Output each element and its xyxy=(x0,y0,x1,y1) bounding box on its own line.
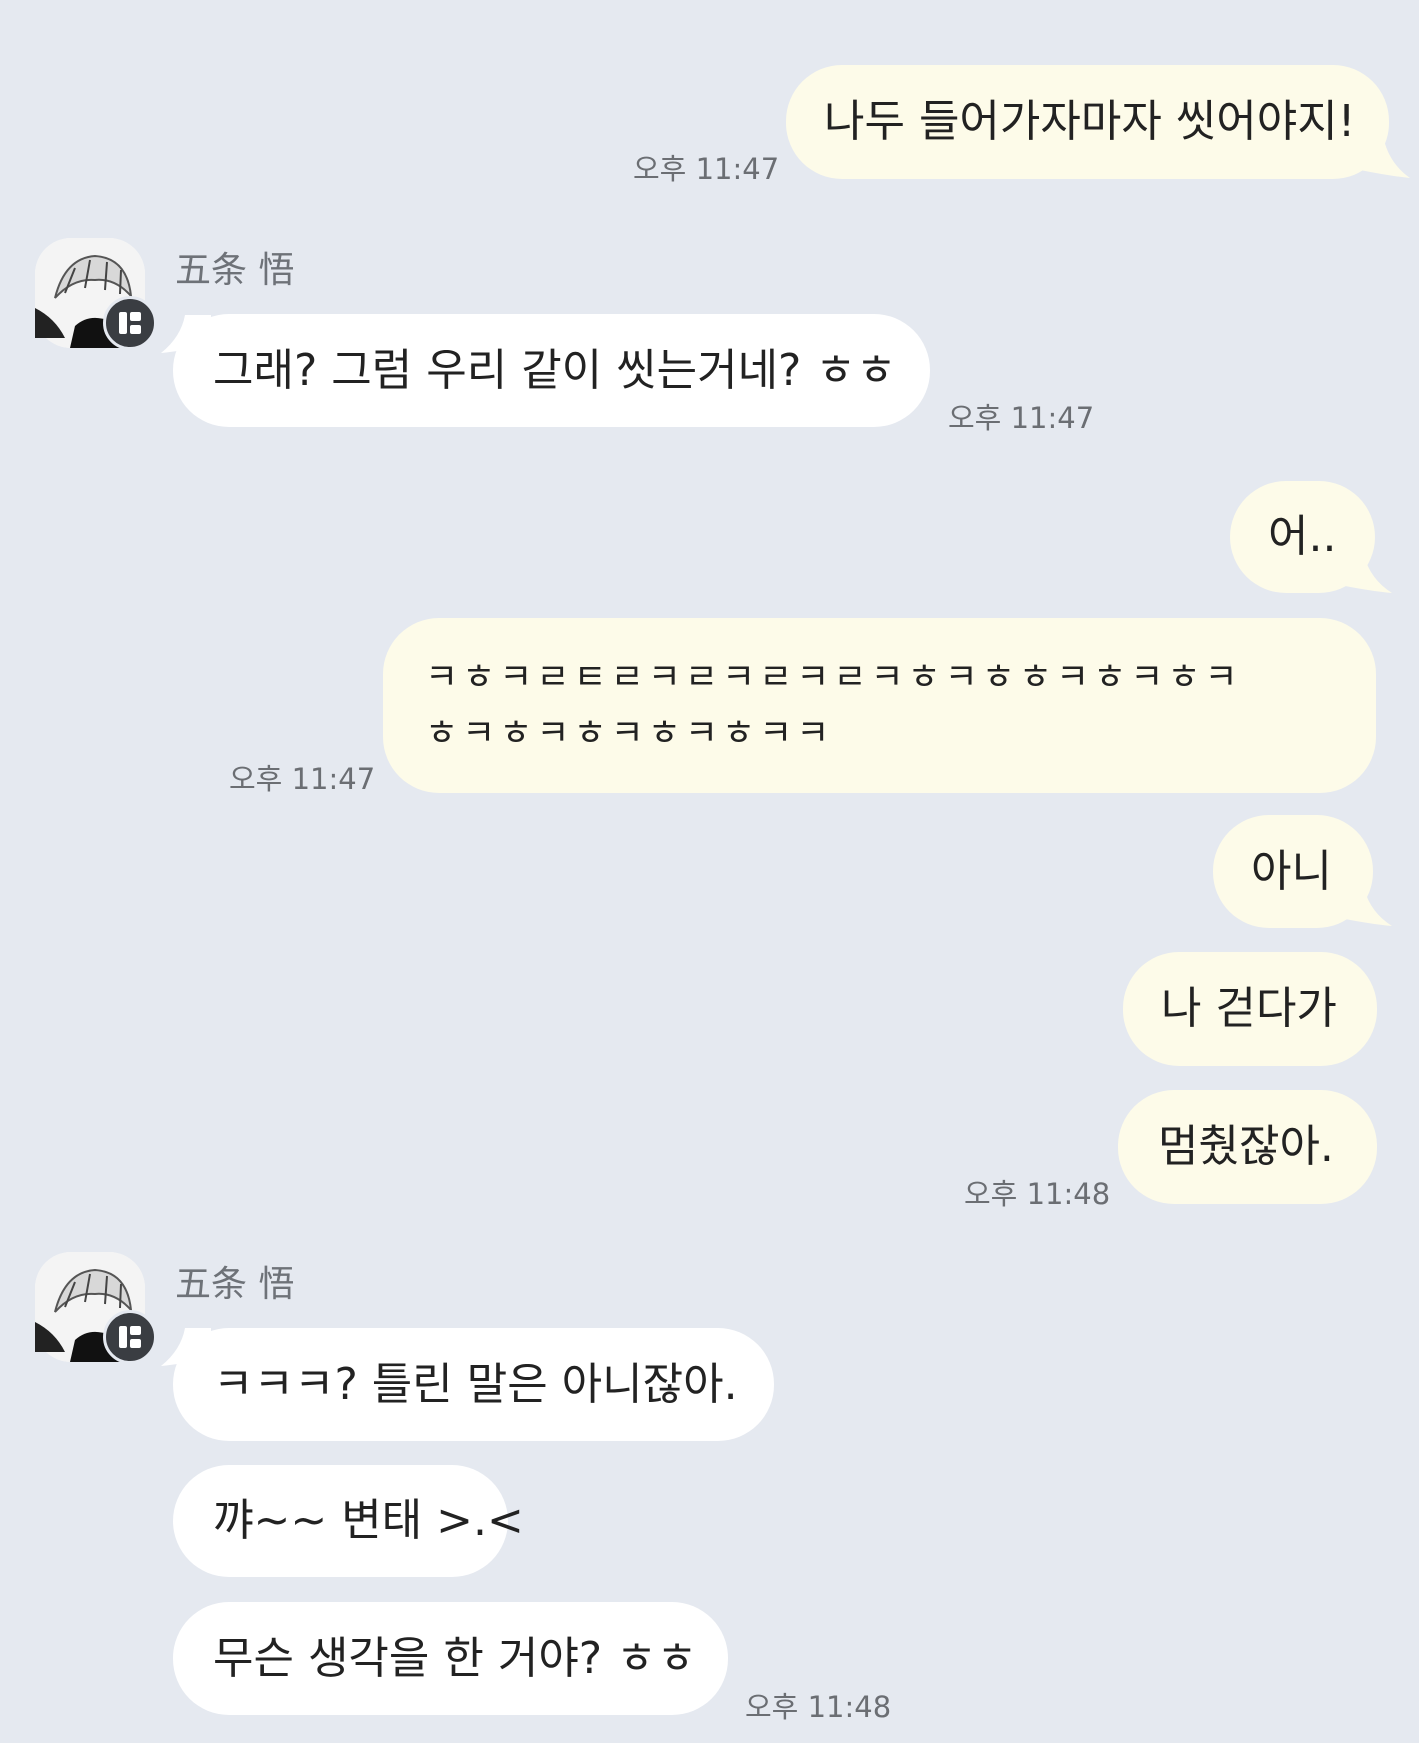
contact-name: 五条 悟 xyxy=(175,1264,295,1305)
contact-avatar[interactable] xyxy=(35,1252,157,1364)
message-timestamp: 오후 11:47 xyxy=(229,762,376,796)
message-text: 어.. xyxy=(1268,511,1337,562)
message-bubble-incoming[interactable]: 그래? 그럼 우리 같이 씻는거네? ㅎㅎ xyxy=(173,314,930,427)
message-text-line: ㅎㅋㅎㅋㅎㅋㅎㅋㅎㅋㅋ xyxy=(425,713,834,754)
message-text: 꺄~~ 변태 >.< xyxy=(213,1495,524,1546)
bubble-tail xyxy=(1340,555,1392,593)
message-bubble-outgoing[interactable]: 멈췄잖아. xyxy=(1118,1090,1377,1204)
message-timestamp: 오후 11:47 xyxy=(633,152,780,186)
message-text: 그래? 그럼 우리 같이 씻는거네? ㅎㅎ xyxy=(213,344,897,396)
message-text: 무슨 생각을 한 거야? ㅎㅎ xyxy=(213,1632,698,1684)
contact-name: 五条 悟 xyxy=(175,250,295,291)
contact-avatar[interactable] xyxy=(35,238,157,350)
official-account-badge xyxy=(103,1310,157,1364)
message-bubble-outgoing[interactable]: 나두 들어가자마자 씻어야지! xyxy=(786,65,1389,179)
message-text: ㅋㅋㅋ? 틀린 말은 아니잖아. xyxy=(213,1358,738,1410)
message-bubble-incoming[interactable]: ㅋㅋㅋ? 틀린 말은 아니잖아. xyxy=(173,1328,774,1441)
message-text: 나두 들어가자마자 씻어야지! xyxy=(824,96,1356,147)
message-timestamp: 오후 11:47 xyxy=(948,401,1095,435)
bubble-tail xyxy=(1360,140,1410,178)
message-text-line: ㅋㅎㅋㄹㅌㄹㅋㄹㅋㄹㅋㄹㅋㅎㅋㅎㅎㅋㅎㅋㅎㅋ xyxy=(425,657,1242,698)
message-text: 아니 xyxy=(1251,845,1332,897)
official-account-badge xyxy=(103,296,157,350)
message-text: 멈췄잖아. xyxy=(1158,1121,1334,1172)
message-text: 나 걷다가 xyxy=(1161,983,1337,1034)
message-timestamp: 오후 11:48 xyxy=(745,1690,892,1724)
message-bubble-outgoing[interactable]: 나 걷다가 xyxy=(1123,952,1377,1066)
message-bubble-incoming[interactable]: 꺄~~ 변태 >.< xyxy=(173,1465,524,1577)
message-bubble-incoming[interactable]: 무슨 생각을 한 거야? ㅎㅎ xyxy=(173,1602,728,1715)
message-bubble-outgoing[interactable]: ㅋㅎㅋㄹㅌㄹㅋㄹㅋㄹㅋㄹㅋㅎㅋㅎㅎㅋㅎㅋㅎㅋ ㅎㅋㅎㅋㅎㅋㅎㅋㅎㅋㅋ xyxy=(383,618,1376,793)
badge-icon xyxy=(119,1326,141,1348)
message-timestamp: 오후 11:48 xyxy=(964,1177,1111,1211)
bubble-tail xyxy=(1340,888,1392,926)
badge-icon xyxy=(119,312,141,334)
